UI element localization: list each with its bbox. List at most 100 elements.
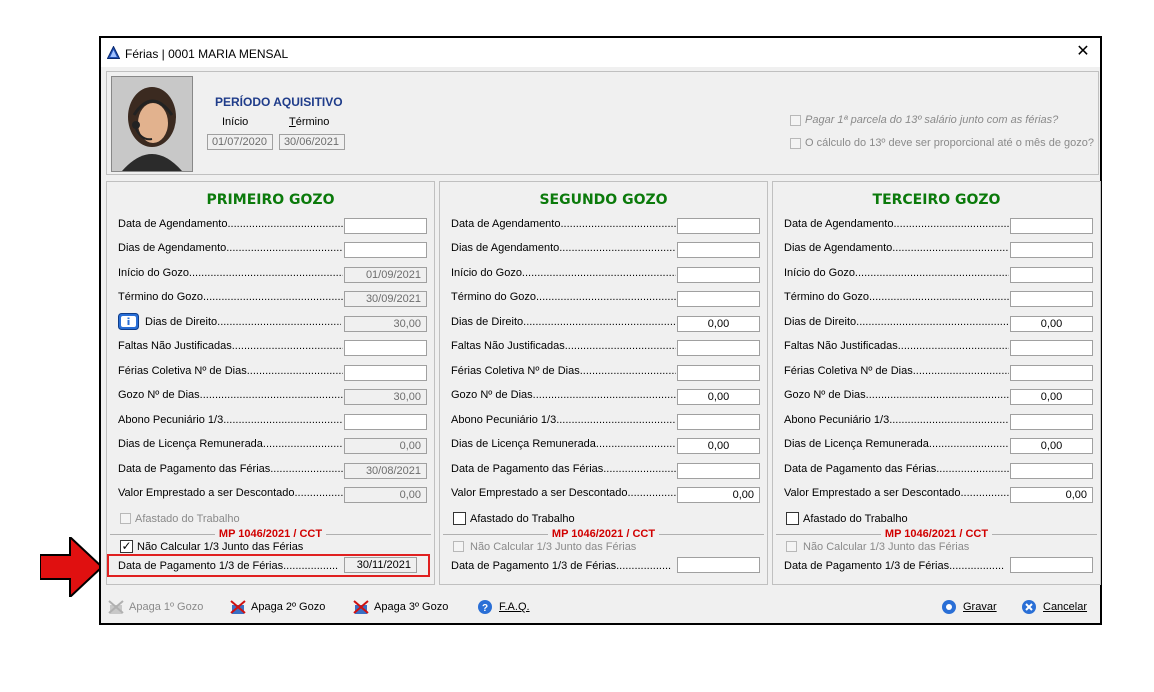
g2-inicio-gozo[interactable]	[677, 267, 760, 283]
abono-label: Abono Pecuniário 1/3....................…	[784, 414, 1009, 426]
window-title: Férias | 0001 MARIA MENSAL	[125, 47, 289, 61]
delete-icon	[229, 599, 247, 615]
g3-inicio-gozo[interactable]	[1010, 267, 1093, 283]
g3-data-agendamento[interactable]	[1010, 218, 1093, 234]
apaga-2-gozo-button[interactable]: Apaga 2º Gozo	[229, 599, 325, 617]
save-icon	[941, 599, 959, 615]
termino-field[interactable]: 30/06/2021	[279, 134, 345, 150]
faltas-label: Faltas Não Justificadas.................…	[118, 340, 343, 352]
g2-data-agendamento[interactable]	[677, 218, 760, 234]
cancel-icon	[1021, 599, 1039, 615]
g3-valor-emprestado[interactable]: 0,00	[1010, 487, 1093, 503]
inicio-label: Início	[222, 116, 249, 128]
g1-termino-gozo[interactable]: 30/09/2021	[344, 291, 427, 307]
valor-emprestado-label: Valor Emprestado a ser Descontado.......…	[451, 487, 676, 499]
periodo-title: PERÍODO AQUISITIVO	[215, 95, 343, 109]
licenca-label: Dias de Licença Remunerada..............…	[118, 438, 343, 450]
terceiro-gozo-title: TERCEIRO GOZO	[872, 192, 1001, 208]
g1-afastado-label: Afastado do Trabalho	[135, 513, 240, 525]
terceiro-gozo-panel: TERCEIRO GOZO Data de Agendamento.......…	[772, 181, 1101, 585]
app-triangle-icon	[107, 46, 120, 59]
inicio-gozo-label: Início do Gozo..........................…	[451, 267, 676, 279]
g3-abono[interactable]	[1010, 414, 1093, 430]
red-arrow-annotation	[40, 537, 102, 597]
segundo-gozo-title: SEGUNDO GOZO	[539, 192, 668, 208]
g1-licenca[interactable]: 0,00	[344, 438, 427, 454]
g2-afastado-label: Afastado do Trabalho	[470, 513, 575, 525]
g2-nao-calcular-checkbox[interactable]	[453, 541, 464, 552]
g3-nao-calcular-checkbox[interactable]	[786, 541, 797, 552]
g1-nao-calcular-label: Não Calcular 1/3 Junto das Férias	[137, 541, 304, 553]
g3-faltas[interactable]	[1010, 340, 1093, 356]
termino-gozo-label: Término do Gozo.........................…	[118, 291, 343, 303]
g2-faltas[interactable]	[677, 340, 760, 356]
g3-termino-gozo[interactable]	[1010, 291, 1093, 307]
g3-dias-agendamento[interactable]	[1010, 242, 1093, 258]
g1-inicio-gozo[interactable]: 01/09/2021	[344, 267, 427, 283]
g2-ferias-coletiva[interactable]	[677, 365, 760, 381]
g2-licenca[interactable]: 0,00	[677, 438, 760, 454]
gravar-button[interactable]: Gravar	[941, 599, 997, 617]
licenca-label: Dias de Licença Remunerada..............…	[784, 438, 1009, 450]
valor-emprestado-label: Valor Emprestado a ser Descontado.......…	[118, 487, 343, 499]
g2-nao-calcular-label: Não Calcular 1/3 Junto das Férias	[470, 541, 637, 553]
g2-dias-direito[interactable]: 0,00	[677, 316, 760, 332]
inicio-gozo-label: Início do Gozo..........................…	[784, 267, 1009, 279]
g2-data-pag-terco[interactable]	[677, 557, 760, 573]
g3-licenca[interactable]: 0,00	[1010, 438, 1093, 454]
g1-afastado-checkbox[interactable]	[120, 513, 131, 524]
g3-data-pagamento[interactable]	[1010, 463, 1093, 479]
g1-faltas[interactable]	[344, 340, 427, 356]
g1-gozo-dias[interactable]: 30,00	[344, 389, 427, 405]
abono-label: Abono Pecuniário 1/3....................…	[451, 414, 676, 426]
dias-direito-label: Dias de Direito.........................…	[145, 316, 341, 328]
primeiro-gozo-title: PRIMEIRO GOZO	[206, 192, 335, 208]
g2-termino-gozo[interactable]	[677, 291, 760, 307]
g2-dias-agendamento[interactable]	[677, 242, 760, 258]
g1-dias-agendamento[interactable]	[344, 242, 427, 258]
calculo-proporcional-label: O cálculo do 13º deve ser proporcional a…	[805, 137, 1094, 149]
calculo-proporcional-checkbox[interactable]	[790, 138, 801, 149]
g3-afastado-checkbox[interactable]	[786, 512, 799, 525]
cancelar-button[interactable]: Cancelar	[1021, 599, 1087, 617]
dias-agendamento-label: Dias de Agendamento.....................…	[784, 242, 1009, 254]
faltas-label: Faltas Não Justificadas.................…	[784, 340, 1009, 352]
svg-text:?: ?	[482, 603, 488, 614]
apaga-1-gozo-button[interactable]: Apaga 1º Gozo	[107, 599, 203, 617]
g2-data-pagamento[interactable]	[677, 463, 760, 479]
dias-direito-label: Dias de Direito.........................…	[784, 316, 1009, 328]
ferias-coletiva-label: Férias Coletiva Nº de Dias..............…	[118, 365, 343, 377]
g1-valor-emprestado[interactable]: 0,00	[344, 487, 427, 503]
g1-ferias-coletiva[interactable]	[344, 365, 427, 381]
g3-data-pag-terco-label: Data de Pagamento 1/3 de Férias.........…	[784, 560, 1004, 572]
pagar-parcela-checkbox[interactable]	[790, 115, 801, 126]
g3-data-pag-terco[interactable]	[1010, 557, 1093, 573]
g3-dias-direito[interactable]: 0,00	[1010, 316, 1093, 332]
data-agendamento-label: Data de Agendamento.....................…	[784, 218, 1009, 230]
data-pagamento-label: Data de Pagamento das Férias............…	[784, 463, 1009, 475]
close-button[interactable]: ✕	[1072, 42, 1094, 62]
apaga-3-gozo-button[interactable]: Apaga 3º Gozo	[352, 599, 448, 617]
highlight-box	[107, 554, 430, 577]
inicio-field[interactable]: 01/07/2020	[207, 134, 273, 150]
g2-gozo-dias[interactable]: 0,00	[677, 389, 760, 405]
delete-disabled-icon	[107, 599, 125, 615]
g2-abono[interactable]	[677, 414, 760, 430]
g1-data-agendamento[interactable]	[344, 218, 427, 234]
faq-button[interactable]: ? F.A.Q.	[477, 599, 530, 617]
info-icon[interactable]	[118, 313, 139, 330]
g3-gozo-dias[interactable]: 0,00	[1010, 389, 1093, 405]
g2-valor-emprestado[interactable]: 0,00	[677, 487, 760, 503]
g1-dias-direito[interactable]: 30,00	[344, 316, 427, 332]
gozo-dias-label: Gozo Nº de Dias.........................…	[118, 389, 343, 401]
g1-nao-calcular-checkbox[interactable]: ✓	[120, 540, 133, 553]
valor-emprestado-label: Valor Emprestado a ser Descontado.......…	[784, 487, 1009, 499]
g1-abono[interactable]	[344, 414, 427, 430]
gozo-dias-label: Gozo Nº de Dias.........................…	[451, 389, 676, 401]
data-pagamento-label: Data de Pagamento das Férias............…	[451, 463, 676, 475]
g1-data-pagamento[interactable]: 30/08/2021	[344, 463, 427, 479]
g3-ferias-coletiva[interactable]	[1010, 365, 1093, 381]
faltas-label: Faltas Não Justificadas.................…	[451, 340, 676, 352]
help-icon: ?	[477, 599, 495, 615]
g2-afastado-checkbox[interactable]	[453, 512, 466, 525]
